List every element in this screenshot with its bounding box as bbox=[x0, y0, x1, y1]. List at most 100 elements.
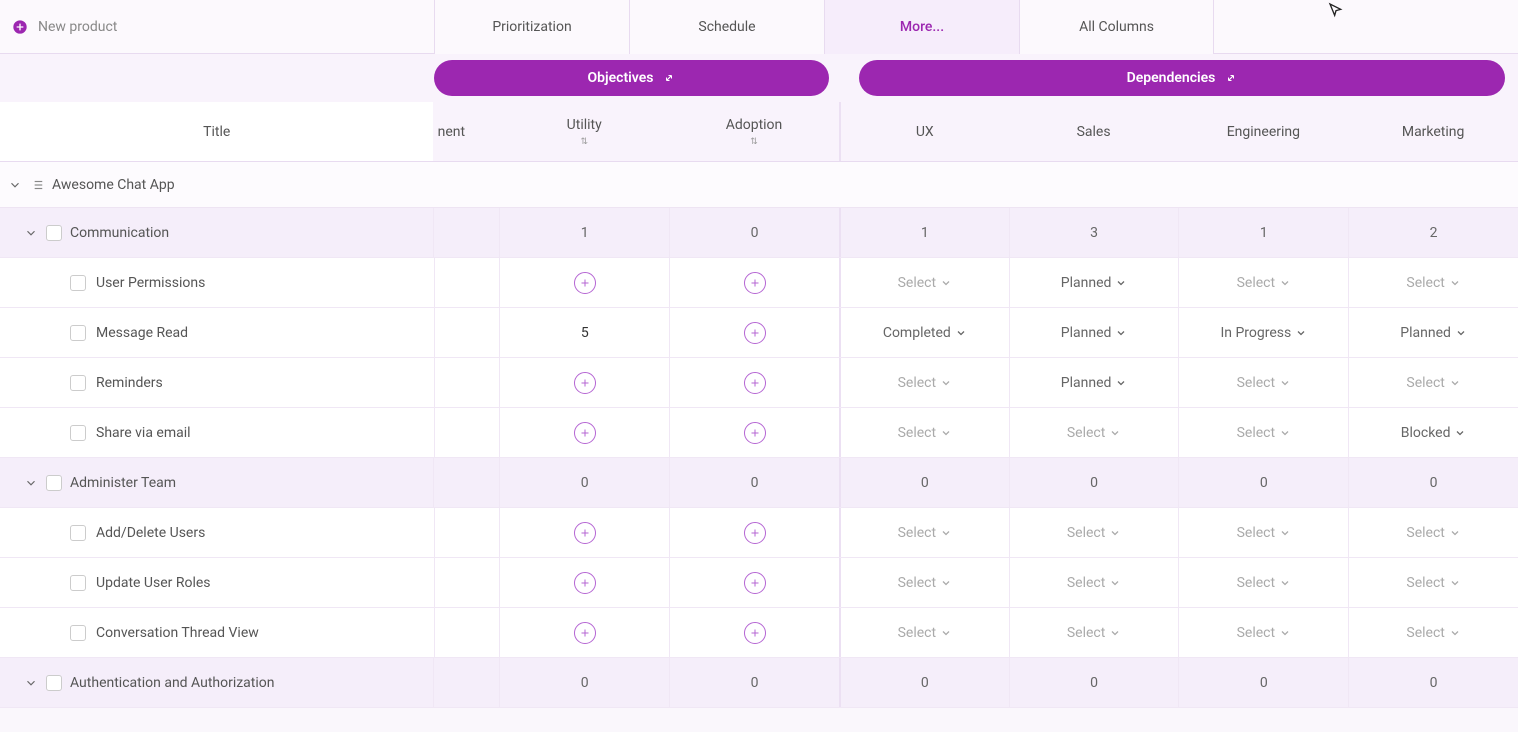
column-group-headers: Objectives Dependencies bbox=[0, 54, 1518, 102]
status-select[interactable]: Select bbox=[1237, 275, 1291, 291]
group-name: Administer Team bbox=[70, 475, 176, 491]
add-value-button[interactable] bbox=[744, 572, 766, 594]
item-row[interactable]: Conversation Thread View Select Select S… bbox=[0, 608, 1518, 658]
objectives-header[interactable]: Objectives bbox=[434, 60, 829, 96]
new-product-label: New product bbox=[38, 19, 117, 35]
status-select[interactable]: In Progress bbox=[1220, 325, 1307, 341]
add-value-button[interactable] bbox=[574, 272, 596, 294]
item-row[interactable]: Reminders Select Planned Select Select bbox=[0, 358, 1518, 408]
status-select[interactable]: Select bbox=[1406, 375, 1460, 391]
status-select[interactable]: Select bbox=[1067, 625, 1121, 641]
status-select[interactable]: Select bbox=[898, 375, 952, 391]
new-product-button[interactable]: New product bbox=[0, 19, 434, 35]
status-select[interactable]: Select bbox=[1237, 425, 1291, 441]
chevron-down-icon[interactable] bbox=[24, 226, 38, 240]
group-checkbox[interactable] bbox=[46, 675, 62, 691]
status-select[interactable]: Blocked bbox=[1401, 425, 1467, 441]
chevron-down-icon bbox=[1109, 427, 1121, 439]
column-sales[interactable]: Sales bbox=[1009, 102, 1179, 161]
expand-icon bbox=[1225, 72, 1237, 84]
chevron-down-icon bbox=[1279, 427, 1291, 439]
status-select[interactable]: Select bbox=[1237, 375, 1291, 391]
item-row[interactable]: Share via email Select Select Select Blo… bbox=[0, 408, 1518, 458]
grid-body: Awesome Chat App Communication 1 0 1 3 1… bbox=[0, 162, 1518, 708]
add-value-button[interactable] bbox=[744, 622, 766, 644]
group-checkbox[interactable] bbox=[46, 475, 62, 491]
item-checkbox[interactable] bbox=[70, 525, 86, 541]
status-select[interactable]: Select bbox=[898, 425, 952, 441]
status-select[interactable]: Select bbox=[1237, 575, 1291, 591]
status-select[interactable]: Select bbox=[1067, 575, 1121, 591]
item-checkbox[interactable] bbox=[70, 425, 86, 441]
column-marketing[interactable]: Marketing bbox=[1348, 102, 1518, 161]
dependencies-header[interactable]: Dependencies bbox=[859, 60, 1505, 96]
status-select[interactable]: Select bbox=[1237, 625, 1291, 641]
tab-prioritization[interactable]: Prioritization bbox=[434, 0, 629, 54]
add-value-button[interactable] bbox=[574, 372, 596, 394]
status-select[interactable]: Select bbox=[898, 275, 952, 291]
chevron-down-icon bbox=[1279, 527, 1291, 539]
group-row[interactable]: Authentication and Authorization 0 0 0 0… bbox=[0, 658, 1518, 708]
status-select[interactable]: Planned bbox=[1400, 325, 1467, 341]
status-select[interactable]: Select bbox=[898, 525, 952, 541]
status-select[interactable]: Select bbox=[1067, 425, 1121, 441]
tab-more[interactable]: More... bbox=[824, 0, 1019, 54]
add-value-button[interactable] bbox=[574, 422, 596, 444]
column-ux[interactable]: UX bbox=[839, 102, 1009, 161]
item-checkbox[interactable] bbox=[70, 375, 86, 391]
plus-circle-icon bbox=[12, 19, 28, 35]
add-value-button[interactable] bbox=[744, 272, 766, 294]
add-value-button[interactable] bbox=[574, 622, 596, 644]
add-value-button[interactable] bbox=[574, 522, 596, 544]
item-row[interactable]: Add/Delete Users Select Select Select Se… bbox=[0, 508, 1518, 558]
chevron-down-icon bbox=[1279, 577, 1291, 589]
dependency-cell: Select bbox=[1178, 558, 1348, 607]
status-select[interactable]: Select bbox=[1406, 275, 1460, 291]
status-select[interactable]: Select bbox=[1406, 625, 1460, 641]
summary-cell: 0 bbox=[669, 208, 839, 257]
add-value-button[interactable] bbox=[744, 522, 766, 544]
chevron-down-icon bbox=[940, 277, 952, 289]
status-select[interactable]: Planned bbox=[1061, 375, 1128, 391]
item-checkbox[interactable] bbox=[70, 575, 86, 591]
column-engineering[interactable]: Engineering bbox=[1178, 102, 1348, 161]
chevron-down-icon bbox=[1109, 627, 1121, 639]
objective-cell[interactable]: 5 bbox=[499, 308, 669, 357]
chevron-down-icon[interactable] bbox=[24, 476, 38, 490]
objective-cell bbox=[499, 508, 669, 557]
add-value-button[interactable] bbox=[574, 572, 596, 594]
status-select[interactable]: Select bbox=[1406, 575, 1460, 591]
item-row[interactable]: Update User Roles Select Select Select S… bbox=[0, 558, 1518, 608]
group-row[interactable]: Communication 1 0 1 3 1 2 bbox=[0, 208, 1518, 258]
dependency-cell: Planned bbox=[1009, 308, 1179, 357]
tab-schedule[interactable]: Schedule bbox=[629, 0, 824, 54]
chevron-down-icon bbox=[1279, 377, 1291, 389]
item-checkbox[interactable] bbox=[70, 325, 86, 341]
status-select[interactable]: Select bbox=[898, 625, 952, 641]
product-row[interactable]: Awesome Chat App bbox=[0, 162, 1518, 208]
add-value-button[interactable] bbox=[744, 322, 766, 344]
column-utility[interactable]: Utility ⇅ bbox=[499, 102, 669, 161]
column-adoption[interactable]: Adoption ⇅ bbox=[669, 102, 839, 161]
status-select[interactable]: Select bbox=[1067, 525, 1121, 541]
group-checkbox[interactable] bbox=[46, 225, 62, 241]
item-row[interactable]: User Permissions Select Planned Select S… bbox=[0, 258, 1518, 308]
status-select[interactable]: Completed bbox=[883, 325, 967, 341]
dependency-cell: Select bbox=[839, 608, 1009, 657]
status-select[interactable]: Select bbox=[1406, 525, 1460, 541]
group-row[interactable]: Administer Team 0 0 0 0 0 0 bbox=[0, 458, 1518, 508]
status-select[interactable]: Select bbox=[898, 575, 952, 591]
chevron-down-icon bbox=[1449, 577, 1461, 589]
status-select[interactable]: Planned bbox=[1061, 325, 1128, 341]
item-row[interactable]: Message Read 5 Completed Planned In Prog… bbox=[0, 308, 1518, 358]
item-checkbox[interactable] bbox=[70, 625, 86, 641]
column-partial[interactable]: nent bbox=[433, 102, 499, 161]
tab-all-columns[interactable]: All Columns bbox=[1019, 0, 1214, 54]
status-select[interactable]: Planned bbox=[1061, 275, 1128, 291]
add-value-button[interactable] bbox=[744, 372, 766, 394]
item-checkbox[interactable] bbox=[70, 275, 86, 291]
status-select[interactable]: Select bbox=[1237, 525, 1291, 541]
chevron-down-icon[interactable] bbox=[24, 676, 38, 690]
add-value-button[interactable] bbox=[744, 422, 766, 444]
chevron-down-icon[interactable] bbox=[8, 178, 22, 192]
